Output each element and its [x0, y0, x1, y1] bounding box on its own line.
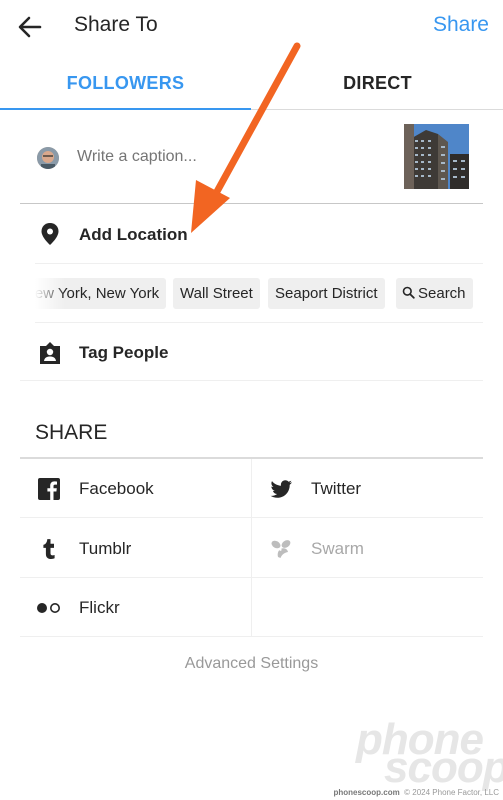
watermark-copyright: © 2024 Phone Factor, LLC — [404, 788, 499, 797]
share-service-label: Twitter — [311, 479, 362, 498]
share-button[interactable]: Share — [433, 13, 489, 37]
add-location-label: Add Location — [79, 225, 188, 244]
tumblr-icon — [43, 539, 55, 559]
tab-followers[interactable]: FOLLOWERS — [0, 55, 251, 110]
tag-person-icon — [40, 342, 60, 364]
share-swarm[interactable]: Swarm — [252, 519, 483, 578]
top-bar: Share To Share — [0, 0, 503, 55]
share-services-grid: Facebook Twitter Tumblr Swarm Flickr — [20, 457, 483, 637]
phonescoop-watermark: phone scoop — [350, 715, 503, 792]
twitter-icon — [270, 480, 292, 498]
location-chip[interactable]: Wall Street — [173, 278, 260, 309]
empty-cell — [252, 578, 483, 637]
share-facebook[interactable]: Facebook — [20, 459, 251, 518]
location-search-chip[interactable]: Search — [396, 278, 473, 309]
tab-bar: FOLLOWERS DIRECT — [0, 55, 503, 110]
watermark-site: phonescoop.com — [333, 788, 400, 797]
tag-people-row[interactable]: Tag People — [20, 323, 483, 381]
share-twitter[interactable]: Twitter — [252, 459, 483, 518]
post-thumbnail[interactable] — [404, 124, 469, 189]
advanced-settings-link[interactable]: Advanced Settings — [0, 655, 503, 673]
scroll-fade — [35, 264, 65, 322]
back-arrow-icon[interactable] — [16, 13, 44, 41]
facebook-icon — [38, 478, 60, 500]
share-flickr[interactable]: Flickr — [20, 578, 251, 637]
watermark-footer: phonescoop.com © 2024 Phone Factor, LLC — [333, 788, 499, 797]
page-title: Share To — [74, 13, 158, 36]
share-service-label: Swarm — [311, 539, 364, 558]
share-service-label: Flickr — [79, 598, 120, 617]
watermark-brand-line2: scoop — [384, 743, 503, 792]
location-pin-icon — [41, 223, 59, 245]
flickr-icon — [37, 603, 60, 613]
share-section-heading: SHARE — [35, 421, 108, 444]
share-service-label: Facebook — [79, 479, 154, 498]
add-location-row[interactable]: Add Location — [20, 204, 483, 263]
share-tumblr[interactable]: Tumblr — [20, 519, 251, 578]
tag-people-label: Tag People — [79, 343, 169, 362]
caption-row — [20, 110, 483, 204]
search-chip-label: Search — [418, 285, 466, 302]
location-chip[interactable]: Seaport District — [268, 278, 385, 309]
caption-input[interactable] — [77, 148, 377, 166]
swarm-icon — [271, 540, 291, 558]
share-service-label: Tumblr — [79, 539, 132, 558]
search-icon — [402, 286, 415, 299]
tab-direct[interactable]: DIRECT — [252, 55, 503, 110]
avatar — [37, 147, 59, 169]
location-suggestions: New York, New York Wall Street Seaport D… — [35, 263, 483, 323]
